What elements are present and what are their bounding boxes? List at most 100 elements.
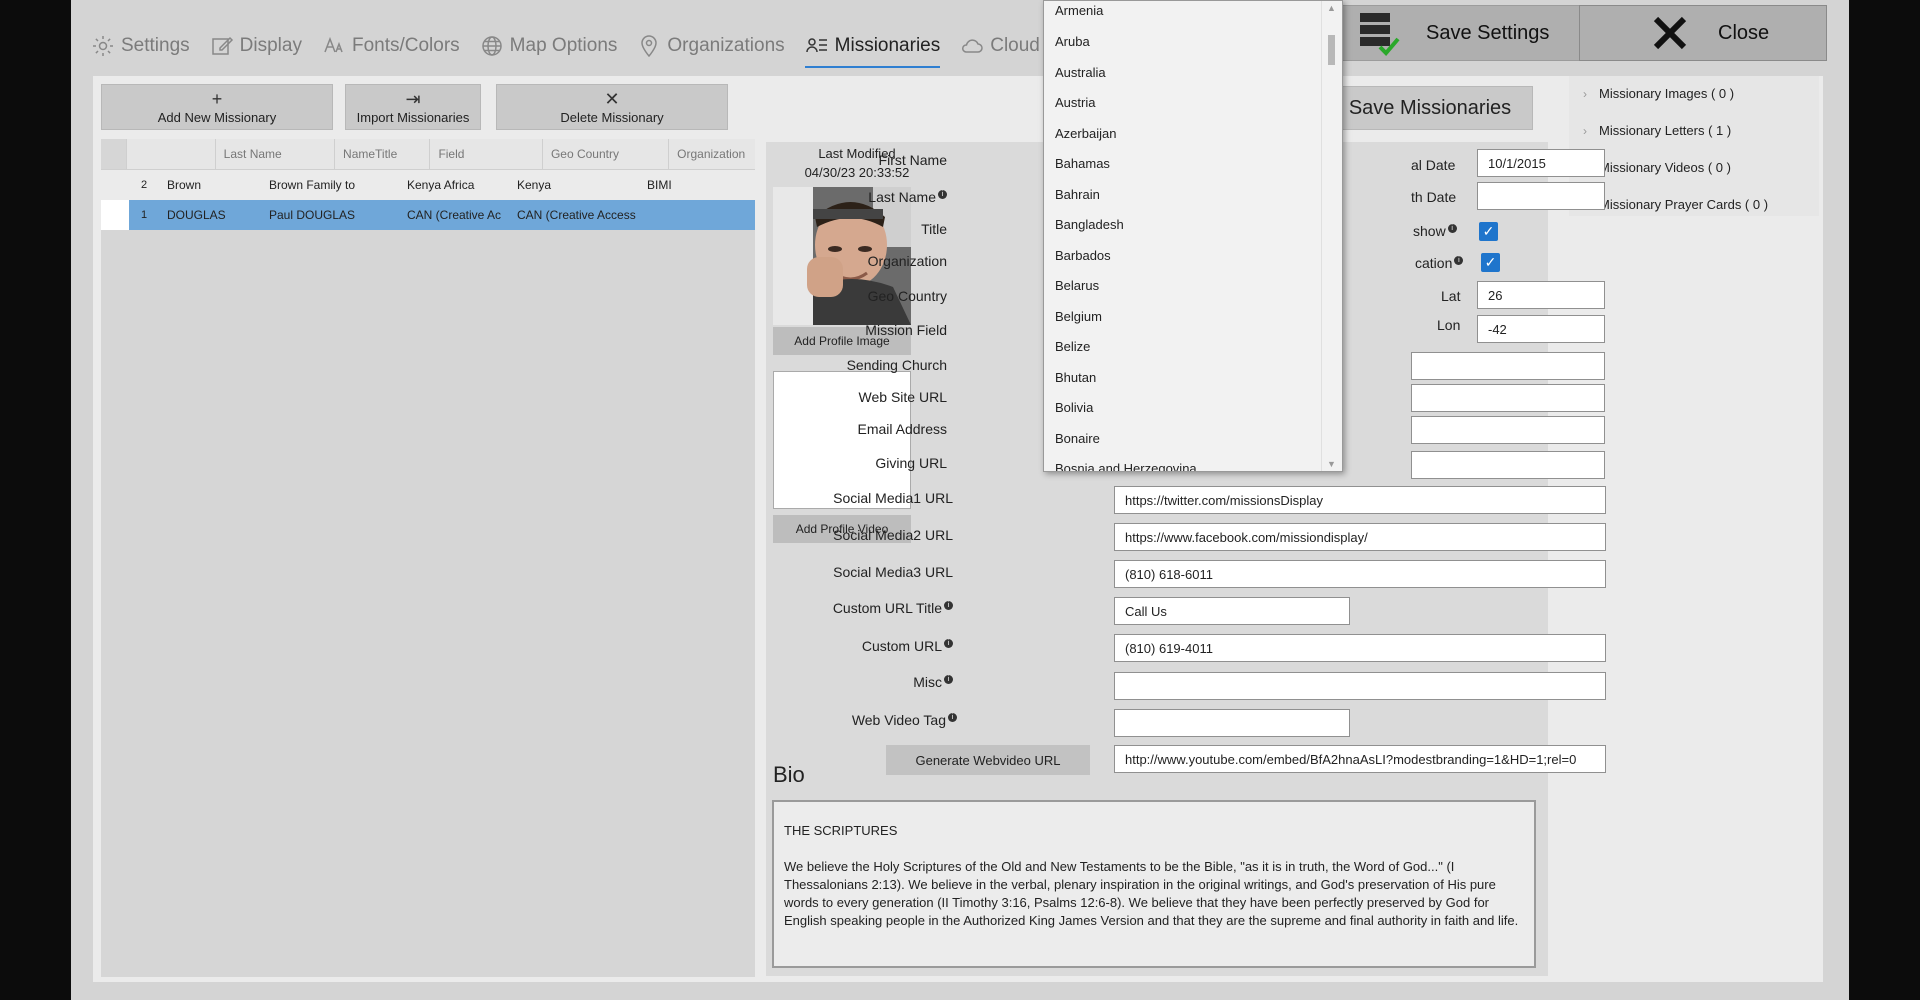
giving-url-field[interactable] (1411, 451, 1605, 479)
show-label: show i (1413, 223, 1457, 239)
dropdown-item[interactable]: Bosnia and Herzegovina (1055, 461, 1197, 471)
close-button[interactable]: Close (1579, 5, 1827, 61)
add-missionary-button[interactable]: + Add New Missionary (101, 84, 333, 130)
custom-url-field[interactable]: (810) 619-4011 (1114, 634, 1606, 662)
side-item-letters[interactable]: › Missionary Letters ( 1 ) (1583, 123, 1731, 138)
chevron-right-icon: › (1583, 86, 1587, 101)
cell-organization (639, 200, 739, 230)
info-icon[interactable]: i (944, 601, 953, 611)
side-item-label: Missionary Videos ( 0 ) (1599, 160, 1731, 175)
dropdown-item[interactable]: Armenia (1055, 3, 1103, 18)
header-organization[interactable]: Organization (668, 139, 755, 169)
tab-fonts-colors[interactable]: Fonts/Colors (312, 28, 470, 64)
generate-webvideo-url-button[interactable]: Generate Webvideo URL (886, 745, 1090, 775)
organization-label: Organization (867, 253, 947, 269)
custom-url-label: Custom URL i (862, 638, 953, 654)
custom-url-title-text: Custom URL Title (832, 600, 942, 616)
row-selector (101, 170, 129, 200)
dropdown-item[interactable]: Barbados (1055, 248, 1111, 263)
header-geo-country[interactable]: Geo Country (541, 139, 668, 169)
location-label: cation i (1415, 255, 1464, 271)
dropdown-item[interactable]: Bonaire (1055, 431, 1100, 446)
table-row[interactable]: 2 Brown Brown Family to Kenya Africa Ken… (101, 170, 755, 200)
location-label-text: cation (1415, 255, 1453, 271)
web-video-tag-field[interactable] (1114, 709, 1350, 737)
tab-display[interactable]: Display (200, 28, 312, 64)
email-address-field[interactable] (1411, 416, 1605, 444)
cell-field: CAN (Creative Ac (407, 208, 502, 222)
geo-country-label: Geo Country (867, 288, 947, 304)
header-name-title[interactable]: NameTitle (334, 139, 429, 169)
scroll-thumb[interactable] (1328, 35, 1335, 65)
dropdown-item[interactable]: Bahamas (1055, 156, 1110, 171)
import-missionaries-button[interactable]: ⇥ Import Missionaries (345, 84, 481, 130)
dropdown-item[interactable]: Bangladesh (1055, 217, 1124, 232)
dropdown-item[interactable]: Australia (1055, 65, 1106, 80)
row-number: 1 (140, 209, 148, 221)
tab-missionaries[interactable]: Missionaries (795, 28, 951, 68)
custom-url-title-label: Custom URL Title i (833, 600, 953, 616)
tab-organizations[interactable]: Organizations (627, 28, 794, 64)
custom-url-text: Custom URL (861, 638, 942, 654)
lat-label: Lat (1441, 288, 1461, 304)
tab-label: Organizations (667, 35, 785, 56)
side-item-prayer-cards[interactable]: › Missionary Prayer Cards ( 0 ) (1583, 197, 1768, 212)
dropdown-scrollbar[interactable]: ▲ ▼ (1321, 1, 1342, 471)
contact-list-icon (805, 38, 827, 53)
dropdown-item[interactable]: Azerbaijan (1055, 126, 1116, 141)
dropdown-item[interactable]: Bolivia (1055, 400, 1093, 415)
lat-field[interactable]: 26 (1477, 281, 1605, 309)
tab-cloud[interactable]: Cloud (950, 28, 1050, 64)
bio-text: We believe the Holy Scriptures of the Ol… (784, 859, 1519, 928)
arrival-date-field[interactable]: 10/1/2015 (1477, 149, 1605, 177)
info-icon[interactable]: i (1447, 224, 1457, 234)
tab-map-options[interactable]: Map Options (470, 28, 628, 64)
sending-church-field[interactable] (1411, 352, 1605, 380)
social-media3-field[interactable]: (810) 618-6011 (1114, 560, 1606, 588)
scroll-up-icon[interactable]: ▲ (1327, 3, 1336, 13)
dropdown-item[interactable]: Belarus (1055, 278, 1099, 293)
header-select-cell[interactable] (101, 139, 127, 169)
header-field[interactable]: Field (429, 139, 542, 169)
dropdown-item[interactable]: Austria (1055, 95, 1095, 110)
location-checkbox[interactable]: ✓ (1481, 253, 1500, 272)
info-icon[interactable]: i (948, 713, 957, 723)
misc-text: Misc (913, 674, 942, 690)
webvideo-url-field[interactable]: http://www.youtube.com/embed/BfA2hnaAsLI… (1114, 745, 1606, 773)
info-icon[interactable]: i (944, 675, 953, 685)
close-icon (1653, 16, 1687, 50)
social-media1-field[interactable]: https://twitter.com/missionsDisplay (1114, 486, 1606, 514)
custom-url-title-field[interactable]: Call Us (1114, 597, 1350, 625)
side-item-videos[interactable]: › Missionary Videos ( 0 ) (1583, 160, 1731, 175)
birth-date-field[interactable] (1477, 182, 1605, 210)
side-item-label: Missionary Prayer Cards ( 0 ) (1599, 197, 1769, 212)
dropdown-item[interactable]: Belgium (1055, 309, 1102, 324)
dropdown-item[interactable]: Belize (1055, 339, 1090, 354)
bio-textarea[interactable]: THE SCRIPTURES We believe the Holy Scrip… (772, 800, 1536, 968)
tab-label: Cloud (990, 35, 1040, 56)
geo-country-dropdown-list[interactable]: Armenia Aruba Australia Austria Azerbaij… (1043, 0, 1343, 472)
side-item-images[interactable]: › Missionary Images ( 0 ) (1583, 86, 1734, 101)
info-icon[interactable]: i (944, 639, 953, 649)
info-icon[interactable]: i (938, 190, 947, 200)
dropdown-item[interactable]: Aruba (1055, 34, 1090, 49)
delete-missionary-label: Delete Missionary (560, 110, 664, 125)
save-missionaries-button[interactable]: Save Missionaries (1327, 86, 1533, 130)
delete-missionary-button[interactable]: ✕ Delete Missionary (496, 84, 728, 130)
social-media2-field[interactable]: https://www.facebook.com/missiondisplay/ (1114, 523, 1606, 551)
web-site-url-field[interactable] (1411, 384, 1605, 412)
info-icon[interactable]: i (1454, 256, 1464, 266)
scroll-down-icon[interactable]: ▼ (1327, 459, 1336, 469)
header-last-name[interactable]: Last Name (214, 139, 334, 169)
table-row[interactable]: 1 DOUGLAS Paul DOUGLAS CAN (Creative Ac … (101, 200, 755, 230)
missionary-table: Last Name NameTitle Field Geo Country Or… (101, 139, 755, 977)
show-checkbox[interactable]: ✓ (1479, 222, 1498, 241)
dropdown-item[interactable]: Bhutan (1055, 370, 1096, 385)
dropdown-item[interactable]: Bahrain (1055, 187, 1100, 202)
header-number (126, 139, 215, 169)
tab-settings[interactable]: Settings (81, 28, 200, 64)
location-pin-icon (641, 35, 658, 58)
row-number: 2 (140, 179, 148, 191)
lon-field[interactable]: -42 (1477, 315, 1605, 343)
misc-field[interactable] (1114, 672, 1606, 700)
